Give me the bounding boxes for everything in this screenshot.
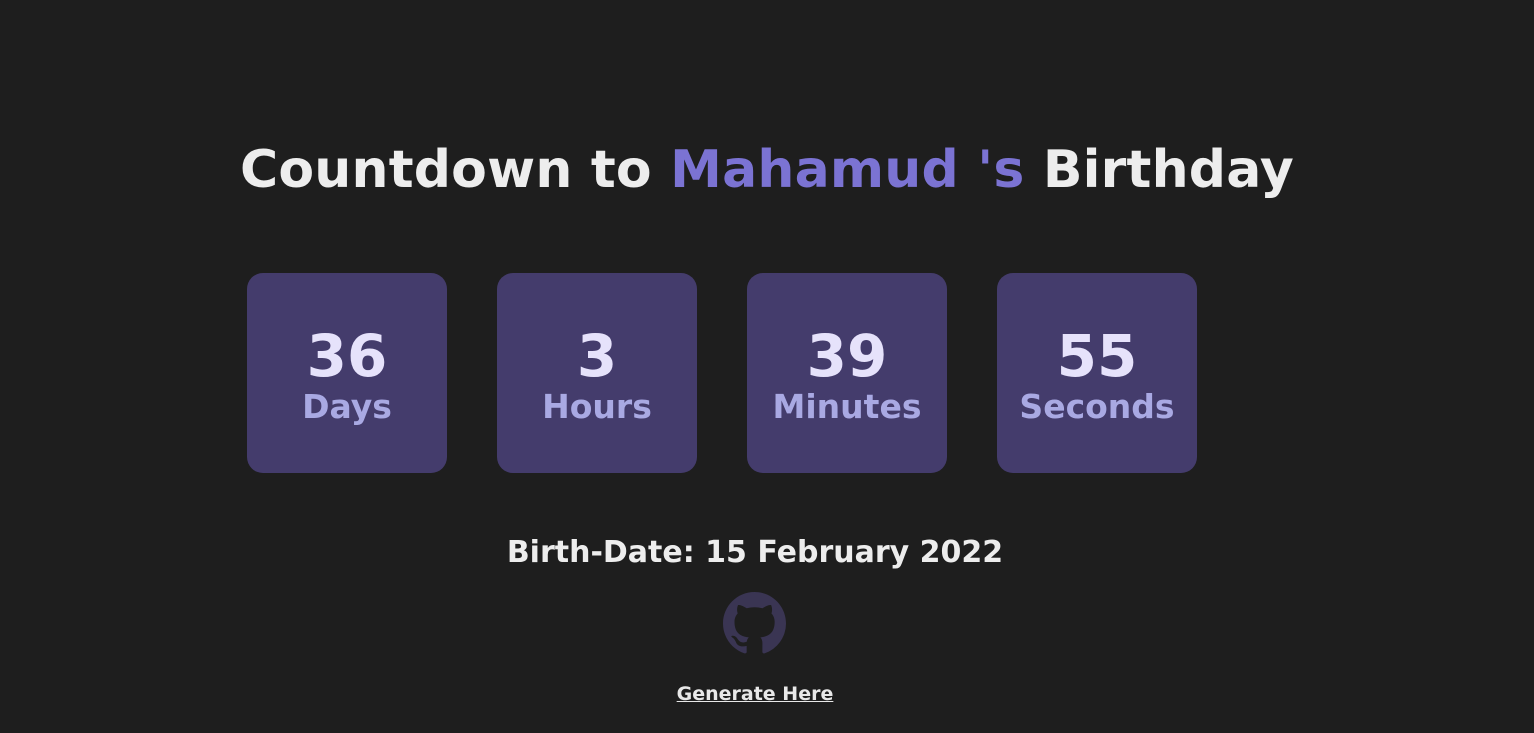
seconds-label: Seconds bbox=[1019, 387, 1175, 426]
countdown-box-days: 36 Days bbox=[247, 273, 447, 473]
page: Countdown to Mahamud 's Birthday 36 Days… bbox=[0, 0, 1534, 733]
countdown-boxes: 36 Days 3 Hours 39 Minutes 55 Seconds bbox=[247, 273, 1197, 473]
title-name: Mahamud 's bbox=[670, 140, 1025, 200]
countdown-box-minutes: 39 Minutes bbox=[747, 273, 947, 473]
days-label: Days bbox=[302, 387, 392, 426]
hours-label: Hours bbox=[542, 387, 652, 426]
generate-link-wrapper: Generate Here bbox=[0, 683, 1510, 705]
hours-value: 3 bbox=[576, 322, 618, 390]
github-icon[interactable] bbox=[723, 592, 786, 655]
title-suffix: Birthday bbox=[1024, 140, 1295, 200]
birth-date: Birth-Date: 15 February 2022 bbox=[506, 535, 1004, 570]
countdown-box-hours: 3 Hours bbox=[497, 273, 697, 473]
minutes-label: Minutes bbox=[772, 387, 922, 426]
countdown-box-seconds: 55 Seconds bbox=[997, 273, 1197, 473]
title-prefix: Countdown to bbox=[239, 140, 671, 200]
days-value: 36 bbox=[306, 322, 388, 390]
minutes-value: 39 bbox=[806, 322, 888, 390]
github-icon-svg bbox=[723, 592, 786, 654]
generate-here-link[interactable]: Generate Here bbox=[677, 683, 834, 705]
page-title: Countdown to Mahamud 's Birthday bbox=[0, 140, 1534, 200]
seconds-value: 55 bbox=[1056, 322, 1138, 390]
